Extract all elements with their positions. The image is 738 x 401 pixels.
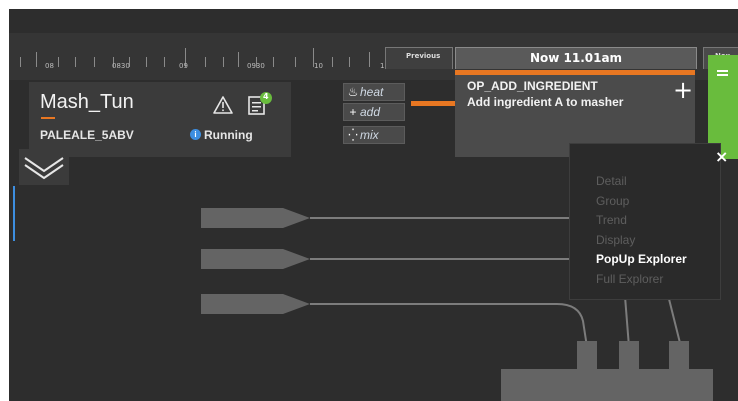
vessel-body [501,369,713,401]
process-view: 08 0830 09 0930 10 1030 11 Previous Now … [9,9,738,401]
menu-item-trend[interactable]: Trend [596,213,627,227]
pipe-inlet [201,208,310,228]
pipe-inlet [201,294,310,314]
menu-item-detail[interactable]: Detail [596,174,627,188]
pipe-line [310,303,588,348]
menu-item-group[interactable]: Group [596,194,629,208]
menu-item-full-explorer[interactable]: Full Explorer [596,272,663,286]
menu-item-popup-explorer[interactable]: PopUp Explorer [596,252,687,266]
close-icon[interactable]: × [715,149,728,165]
menu-item-display[interactable]: Display [596,233,635,247]
pipe-inlet [201,249,310,269]
pipe-line [668,298,682,348]
context-menu: × Detail Group Trend Display PopUp Explo… [569,143,728,300]
